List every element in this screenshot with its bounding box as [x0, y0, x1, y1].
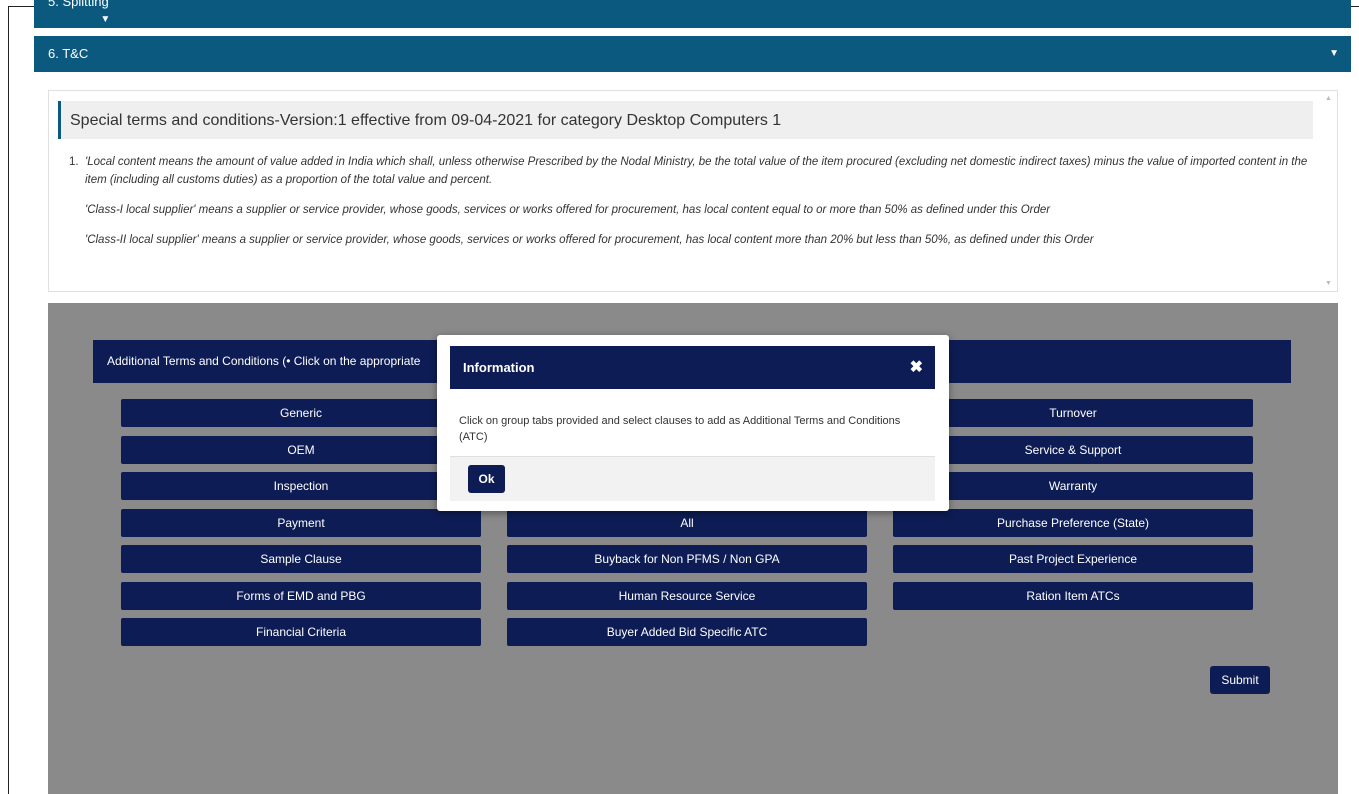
chevron-down-icon: ▼ [1329, 48, 1339, 59]
list-item-number: 1. [69, 156, 79, 168]
atc-group-financial-criteria[interactable]: Financial Criteria [121, 618, 481, 646]
atc-group-payment[interactable]: Payment [121, 509, 481, 537]
modal-title: Information [463, 360, 535, 375]
modal-header: Information ✖ [450, 346, 935, 389]
special-terms-list: 1. 'Local content means the amount of va… [69, 153, 1309, 261]
accordion-tc[interactable]: 6. T&C ▼ [34, 36, 1351, 72]
atc-group-generic[interactable]: Generic [121, 399, 481, 427]
accordion-splitting[interactable]: 5. Splitting ▼ [34, 0, 1351, 28]
terms-paragraph: 'Local content means the amount of value… [85, 156, 1308, 186]
atc-group-purchase-preference[interactable]: Purchase Preference (State) [893, 509, 1253, 537]
atc-group-past-project[interactable]: Past Project Experience [893, 545, 1253, 573]
atc-group-forms-emd-pbg[interactable]: Forms of EMD and PBG [121, 582, 481, 610]
terms-paragraph: 'Class-II local supplier' means a suppli… [85, 234, 1094, 246]
special-terms-title: Special terms and conditions-Version:1 e… [58, 101, 1313, 139]
scroll-up-icon[interactable]: ▲ [1325, 95, 1332, 102]
atc-group-ration-item[interactable]: Ration Item ATCs [893, 582, 1253, 610]
close-icon[interactable]: ✖ [910, 346, 923, 389]
terms-scrollbar[interactable]: ▲ ▼ [1325, 95, 1335, 287]
atc-group-sample-clause[interactable]: Sample Clause [121, 545, 481, 573]
scroll-down-icon[interactable]: ▼ [1325, 280, 1332, 287]
modal-message: Click on group tabs provided and select … [459, 415, 901, 443]
submit-button[interactable]: Submit [1210, 666, 1270, 694]
frame-left-border [8, 6, 9, 794]
accordion-tc-label: 6. T&C [48, 46, 89, 61]
terms-paragraph: 'Class-I local supplier' means a supplie… [85, 204, 1051, 216]
ok-button[interactable]: Ok [468, 465, 505, 493]
special-terms-box: Special terms and conditions-Version:1 e… [48, 90, 1338, 292]
atc-group-buyer-added[interactable]: Buyer Added Bid Specific ATC [507, 618, 867, 646]
accordion-splitting-label: 5. Splitting [48, 0, 109, 9]
chevron-down-icon: ▼ [100, 14, 111, 25]
information-modal: Information ✖ Click on group tabs provid… [437, 335, 949, 511]
atc-group-inspection[interactable]: Inspection [121, 472, 481, 500]
atc-group-oem[interactable]: OEM [121, 436, 481, 464]
atc-group-buyback[interactable]: Buyback for Non PFMS / Non GPA [507, 545, 867, 573]
atc-group-all[interactable]: All [507, 509, 867, 537]
modal-footer: Ok [450, 456, 935, 501]
atc-group-human-resource[interactable]: Human Resource Service [507, 582, 867, 610]
